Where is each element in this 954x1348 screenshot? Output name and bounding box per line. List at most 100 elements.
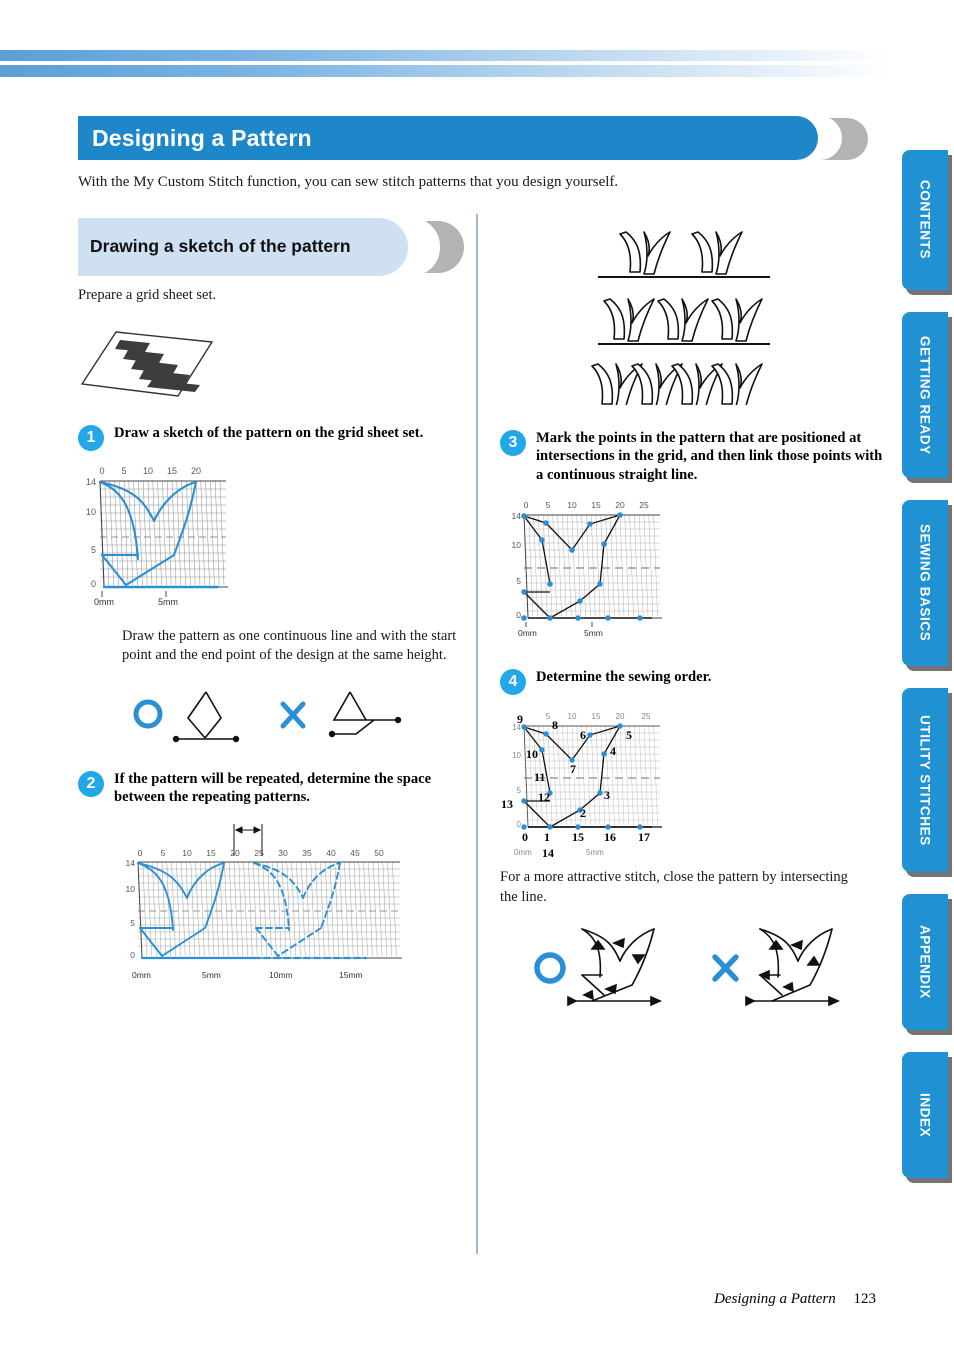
svg-text:15mm: 15mm xyxy=(339,970,363,980)
sewing-order-labels: 1 2 3 4 5 6 7 8 9 10 11 12 13 14 15 16 1 xyxy=(501,712,650,860)
svg-text:12: 12 xyxy=(538,790,550,804)
svg-text:17: 17 xyxy=(638,830,650,844)
svg-text:5: 5 xyxy=(130,918,135,928)
header-decoration xyxy=(0,50,890,77)
svg-text:10: 10 xyxy=(568,712,577,721)
sidebar-tab-getting-ready[interactable]: GETTING READY xyxy=(902,312,948,478)
step4-chart: 5 10 15 20 25 14 10 50 1 2 3 4 5 6 7 8 9… xyxy=(500,705,890,860)
svg-text:13: 13 xyxy=(501,797,513,811)
svg-text:10: 10 xyxy=(512,540,522,550)
step1-note: Draw the pattern as one continuous line … xyxy=(122,627,457,664)
side-index-tabs: CONTENTS GETTING READY SEWING BASICS UTI… xyxy=(898,150,954,1200)
tab-label-index: INDEX xyxy=(917,1092,933,1138)
step-1: 1 Draw a sketch of the pattern on the gr… xyxy=(78,424,468,451)
closing-ok-ng-figure xyxy=(534,928,840,1007)
svg-text:7: 7 xyxy=(570,762,576,776)
svg-text:0mm: 0mm xyxy=(518,628,537,638)
svg-text:25: 25 xyxy=(254,848,264,858)
svg-text:14: 14 xyxy=(126,858,136,868)
svg-text:10: 10 xyxy=(526,747,538,761)
manual-page: Designing a Pattern With the My Custom S… xyxy=(0,0,954,1348)
sidebar-tab-utility-stitches[interactable]: UTILITY STITCHES xyxy=(902,688,948,872)
svg-text:5: 5 xyxy=(121,466,126,476)
step1-grid-figure: 0 5 10 15 20 1410 50 0mm 5mm xyxy=(86,466,228,607)
step-number-2: 2 xyxy=(78,770,104,797)
svg-text:11: 11 xyxy=(534,770,545,784)
svg-text:0: 0 xyxy=(138,848,143,858)
svg-text:25: 25 xyxy=(639,500,649,510)
svg-text:5: 5 xyxy=(546,500,551,510)
svg-text:10mm: 10mm xyxy=(269,970,293,980)
svg-text:20: 20 xyxy=(615,500,625,510)
svg-text:9: 9 xyxy=(517,712,523,726)
sidebar-tab-sewing-basics[interactable]: SEWING BASICS xyxy=(902,500,948,666)
step-text-1: Draw a sketch of the pattern on the grid… xyxy=(114,424,424,441)
svg-text:2: 2 xyxy=(580,806,586,820)
svg-text:0: 0 xyxy=(516,610,521,620)
step3-grid-figure: 0 5 10 15 20 25 1410 50 0mm 5mm xyxy=(512,500,662,638)
svg-text:6: 6 xyxy=(580,728,586,742)
tab-label-contents: CONTENTS xyxy=(917,180,933,260)
tab-label-utility-stitches: UTILITY STITCHES xyxy=(917,714,933,846)
svg-text:20: 20 xyxy=(191,466,201,476)
svg-text:0mm: 0mm xyxy=(514,848,532,857)
svg-text:5: 5 xyxy=(161,848,166,858)
svg-text:50: 50 xyxy=(374,848,384,858)
sidebar-tab-appendix[interactable]: APPENDIX xyxy=(902,894,948,1030)
footer-page-number: 123 xyxy=(853,1291,877,1307)
svg-text:0: 0 xyxy=(130,950,135,960)
ng-cross-icon xyxy=(280,701,306,729)
closing-pattern-examples xyxy=(520,923,890,1018)
svg-text:15: 15 xyxy=(167,466,177,476)
svg-text:20: 20 xyxy=(616,712,625,721)
ok-ng-figure xyxy=(133,691,402,742)
svg-text:5: 5 xyxy=(91,545,96,555)
svg-text:5mm: 5mm xyxy=(584,628,603,638)
svg-text:5: 5 xyxy=(517,786,522,795)
svg-text:30: 30 xyxy=(278,848,288,858)
section-pill: Drawing a sketch of the pattern xyxy=(78,218,408,276)
svg-text:10: 10 xyxy=(512,751,521,760)
title-bar-blue: Designing a Pattern xyxy=(78,116,818,160)
continuous-line-examples xyxy=(126,684,468,746)
svg-text:15: 15 xyxy=(206,848,216,858)
step-number-4: 4 xyxy=(500,669,526,696)
sidebar-tab-index[interactable]: INDEX xyxy=(902,1052,948,1178)
grid-sheet-icon xyxy=(80,330,214,397)
step3-chart: 0 5 10 15 20 25 14 10 50 0mm 5mm xyxy=(500,496,890,646)
stitch-pattern-rows xyxy=(591,231,770,405)
section-lead-text: Prepare a grid sheet set. xyxy=(78,287,217,303)
svg-text:0: 0 xyxy=(524,500,529,510)
stitch-samples-figure xyxy=(570,220,890,405)
svg-text:15: 15 xyxy=(592,712,601,721)
svg-text:0mm: 0mm xyxy=(132,970,151,980)
svg-text:0mm: 0mm xyxy=(94,597,114,607)
svg-text:14: 14 xyxy=(542,846,554,860)
svg-text:10: 10 xyxy=(86,507,96,517)
svg-text:10: 10 xyxy=(143,466,153,476)
ok-circle-icon xyxy=(133,699,163,729)
ok-circle-icon-2 xyxy=(534,952,566,984)
svg-text:20: 20 xyxy=(230,848,240,858)
svg-text:10: 10 xyxy=(126,884,136,894)
step-text-2: If the pattern will be repeated, determi… xyxy=(114,770,432,806)
ng-cross-icon-2 xyxy=(712,954,739,982)
section-header: Drawing a sketch of the pattern xyxy=(78,218,464,276)
svg-text:35: 35 xyxy=(302,848,312,858)
chapter-title-bar: Designing a Pattern xyxy=(78,116,868,160)
svg-text:0: 0 xyxy=(91,579,96,589)
svg-text:0: 0 xyxy=(522,830,528,844)
svg-text:5: 5 xyxy=(516,576,521,586)
intro-paragraph: With the My Custom Stitch function, you … xyxy=(78,174,619,190)
step2-chart: 0510 152025 303540 4550 1410 50 xyxy=(104,816,468,991)
svg-text:40: 40 xyxy=(326,848,336,858)
svg-text:16: 16 xyxy=(604,830,616,844)
column-divider xyxy=(476,214,478,1254)
svg-text:10: 10 xyxy=(567,500,577,510)
step-text-3: Mark the points in the pattern that are … xyxy=(536,430,883,483)
sidebar-tab-contents[interactable]: CONTENTS xyxy=(902,150,948,290)
left-column: Drawing a sketch of the pattern Prepare … xyxy=(78,218,468,991)
step-3: 3 Mark the points in the pattern that ar… xyxy=(500,429,890,484)
right-column: 3 Mark the points in the pattern that ar… xyxy=(500,218,890,1018)
section-heading: Drawing a sketch of the pattern xyxy=(90,236,351,257)
